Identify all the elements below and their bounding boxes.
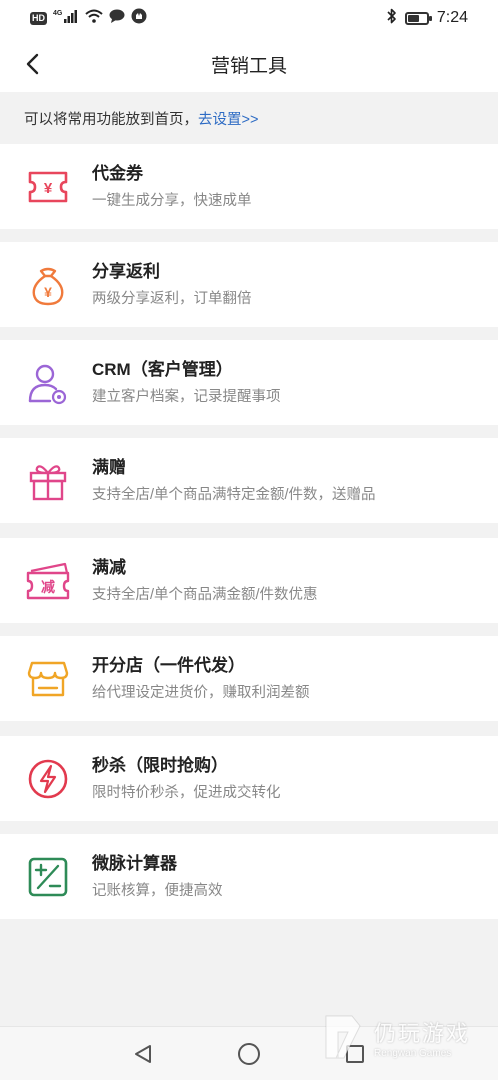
tool-desc: 建立客户档案，记录提醒事项	[92, 389, 281, 405]
tool-desc: 一键生成分享，快速成单	[92, 193, 252, 209]
status-right: 7:24	[387, 8, 468, 28]
tool-desc: 支持全店/单个商品满特定金额/件数，送赠品	[92, 487, 376, 503]
tip-bar: 可以将常用功能放到首页， 去设置>>	[0, 92, 498, 144]
tool-title: CRM（客户管理）	[92, 360, 233, 379]
tool-item-flash-sale[interactable]: 秒杀（限时抢购） 限时特价秒杀，促进成交转化	[0, 736, 498, 821]
tool-item-voucher[interactable]: ¥ 代金券 一键生成分享，快速成单	[0, 144, 498, 229]
tool-title: 代金券	[92, 164, 143, 183]
wifi-icon	[85, 9, 103, 27]
battery-level	[407, 14, 419, 22]
customer-settings-icon	[25, 360, 71, 406]
tool-item-crm[interactable]: CRM（客户管理） 建立客户档案，记录提醒事项	[0, 340, 498, 425]
tool-desc: 支持全店/单个商品满金额/件数优惠	[92, 587, 318, 603]
calculator-icon	[25, 854, 71, 900]
system-back-button[interactable]	[123, 1034, 163, 1074]
tool-item-full-discount[interactable]: 减 满减 支持全店/单个商品满金额/件数优惠	[0, 538, 498, 623]
tool-desc: 两级分享返利，订单翻倍	[92, 291, 252, 307]
tool-title: 秒杀（限时抢购）	[92, 756, 228, 775]
tool-title: 满赠	[92, 458, 126, 477]
tool-desc: 限时特价秒杀，促进成交转化	[92, 785, 281, 801]
message-icon	[109, 9, 125, 27]
header: 营销工具	[0, 36, 498, 92]
lightning-icon	[25, 756, 71, 802]
status-bar: HD 4G 7:24	[0, 0, 498, 36]
tip-text: 可以将常用功能放到首页，	[24, 111, 198, 128]
app-notification-icon	[131, 8, 147, 28]
watermark: 仍玩游戏 Rengwan Games	[322, 1012, 470, 1062]
svg-text:¥: ¥	[44, 284, 52, 300]
circle-home-icon	[238, 1042, 260, 1065]
bluetooth-icon	[387, 8, 397, 28]
battery-icon	[404, 11, 432, 25]
watermark-text: 仍玩游戏	[374, 1020, 471, 1046]
tool-title: 微脉计算器	[92, 854, 177, 873]
hd-badge: HD	[30, 11, 47, 25]
discount-ticket-label: 减	[41, 579, 55, 596]
money-bag-icon: ¥	[25, 262, 71, 308]
svg-text:¥: ¥	[44, 180, 53, 197]
tool-desc: 记账核算，便捷高效	[92, 883, 223, 899]
discount-ticket-icon: 减	[25, 558, 71, 604]
tool-item-full-gift[interactable]: 满赠 支持全店/单个商品满特定金额/件数，送赠品	[0, 438, 498, 523]
clock: 7:24	[436, 9, 468, 26]
tool-item-branch-store[interactable]: 开分店（一件代发） 给代理设定进货价，赚取利润差额	[0, 636, 498, 721]
tool-item-share-rebate[interactable]: ¥ 分享返利 两级分享返利，订单翻倍	[0, 242, 498, 327]
tool-item-calculator[interactable]: 微脉计算器 记账核算，便捷高效	[0, 834, 498, 919]
chevron-left-icon	[26, 53, 39, 75]
status-left: HD 4G	[30, 8, 147, 28]
watermark-subtext: Rengwan Games	[374, 1047, 452, 1059]
system-home-button[interactable]	[229, 1034, 269, 1074]
tool-title: 开分店（一件代发）	[92, 656, 245, 675]
voucher-icon: ¥	[25, 164, 71, 210]
watermark-logo-icon	[325, 1015, 361, 1059]
tool-title: 满减	[92, 558, 126, 577]
tool-title: 分享返利	[92, 262, 160, 281]
back-button[interactable]	[14, 46, 50, 82]
triangle-back-icon	[135, 1044, 151, 1063]
tool-desc: 给代理设定进货价，赚取利润差额	[92, 685, 310, 701]
gift-icon	[25, 458, 71, 504]
page-title: 营销工具	[210, 55, 287, 77]
network-type-label: 4G	[53, 10, 63, 17]
go-settings-link[interactable]: 去设置>>	[198, 108, 258, 129]
store-icon	[25, 656, 71, 702]
signal-icon: 4G	[53, 9, 79, 27]
